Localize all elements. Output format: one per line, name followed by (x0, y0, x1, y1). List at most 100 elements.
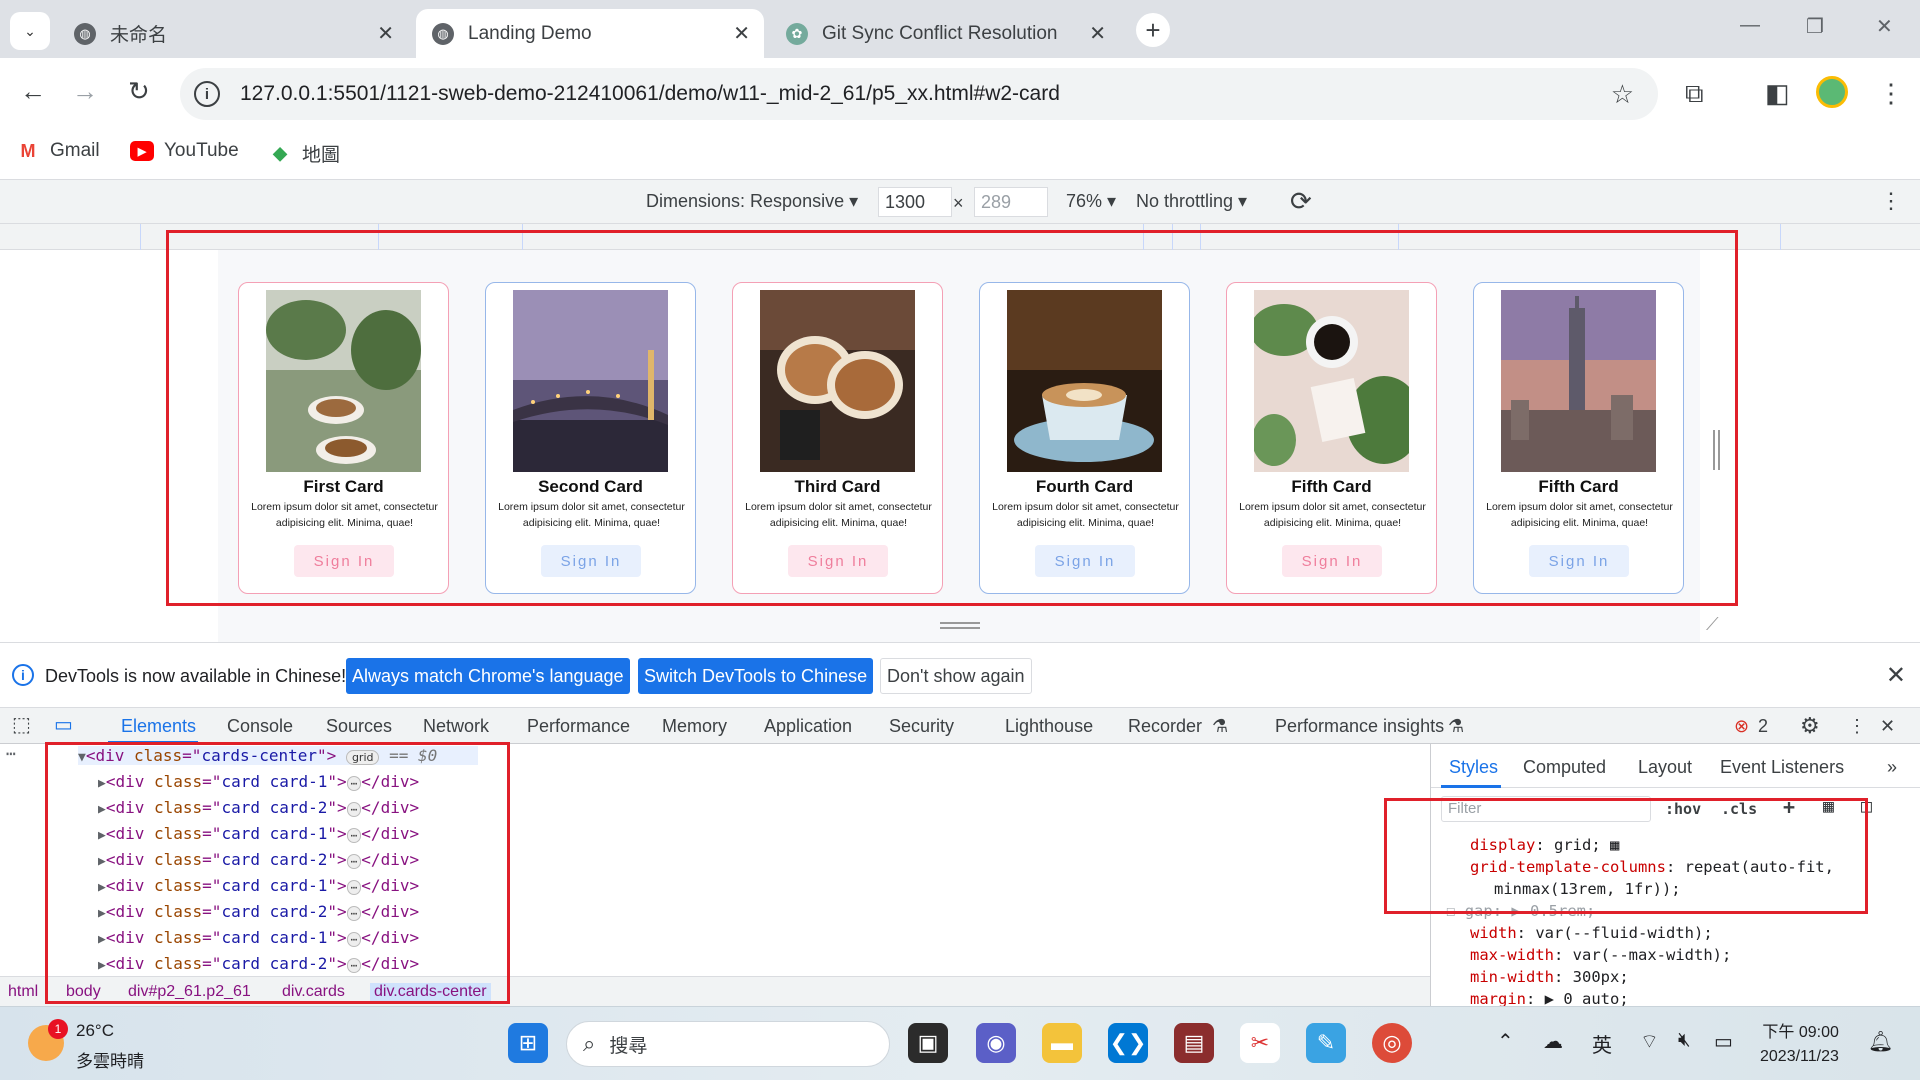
file-explorer-icon[interactable]: ▬ (1042, 1023, 1082, 1063)
volume-muted-icon[interactable]: 🔇︎ (1678, 1029, 1691, 1052)
snipping-tool-icon[interactable]: ✂ (1240, 1023, 1280, 1063)
match-language-button[interactable]: Always match Chrome's language (346, 658, 630, 694)
close-icon[interactable]: ✕ (733, 21, 750, 46)
chevron-up-icon[interactable]: ⌃ (1497, 1029, 1514, 1054)
dimensions-dropdown[interactable]: Dimensions: Responsive ▾ (646, 191, 858, 212)
notification-badge: 1 (48, 1019, 68, 1039)
css-declaration[interactable]: width: var(--fluid-width); (1470, 924, 1713, 942)
device-more-icon[interactable]: ⋮ (1880, 188, 1902, 214)
search-icon: ⌕ (583, 1031, 596, 1056)
tab-performance[interactable]: Performance (527, 716, 630, 737)
tab-landing-demo[interactable]: ◍ Landing Demo ✕ (416, 9, 764, 58)
close-icon[interactable]: ✕ (1886, 661, 1906, 690)
resize-corner-icon[interactable]: ⟋ (1706, 614, 1719, 635)
kebab-menu-icon[interactable]: ⋮ (1848, 716, 1866, 737)
css-declaration[interactable]: margin: ▶ 0 auto; (1470, 990, 1629, 1006)
node-ellipsis[interactable]: ⋯ (6, 744, 16, 763)
temperature: 26°C (76, 1021, 114, 1040)
ruler-tick (1780, 224, 1781, 250)
close-window-icon[interactable]: ✕ (1876, 14, 1893, 39)
cloud-icon[interactable]: ☁ (1543, 1029, 1563, 1054)
bookmark-youtube[interactable]: ▶ YouTube (130, 140, 239, 162)
url-text[interactable]: 127.0.0.1:5501/1121-sweb-demo-212410061/… (240, 82, 1060, 106)
wifi-icon[interactable]: ⌔ (1640, 1029, 1659, 1054)
close-devtools-icon[interactable]: ✕ (1880, 716, 1895, 737)
close-icon[interactable]: ✕ (377, 21, 394, 46)
paint-app-icon[interactable]: ✎ (1306, 1023, 1346, 1063)
vscode-icon[interactable]: ❮❯ (1108, 1023, 1148, 1063)
side-panel-icon[interactable]: ◧ (1765, 78, 1790, 109)
bookmark-maps[interactable]: ◆ 地圖 (268, 140, 340, 167)
height-input[interactable]: 289 (974, 187, 1048, 217)
battery-icon[interactable]: ▭ (1714, 1029, 1733, 1054)
clock[interactable]: 下午 09:00 2023/11/23 (1760, 1021, 1839, 1069)
styles-tabbar: Styles Computed Layout Event Listeners » (1431, 744, 1920, 788)
tab-search-button[interactable]: ⌄ (10, 12, 50, 50)
rotate-icon[interactable]: ⟳ (1290, 186, 1312, 217)
winrar-icon[interactable]: ▤ (1174, 1023, 1214, 1063)
chatgpt-icon: ✿ (786, 22, 808, 45)
restore-icon[interactable]: ❐ (1806, 14, 1824, 39)
error-icon[interactable]: ⊗ (1734, 716, 1749, 737)
windows-start-icon[interactable]: ⊞ (508, 1023, 548, 1063)
width-input[interactable]: 1300 (878, 187, 952, 217)
bookmark-label: Gmail (50, 140, 100, 161)
switch-chinese-button[interactable]: Switch DevTools to Chinese (638, 658, 874, 694)
tab-memory[interactable]: Memory (662, 716, 727, 737)
more-tabs-icon[interactable]: » (1887, 757, 1897, 778)
dont-show-again-button[interactable]: Don't show again (880, 658, 1032, 694)
tab-application[interactable]: Application (764, 716, 852, 737)
clock-date: 2023/11/23 (1760, 1048, 1839, 1065)
throttling-dropdown[interactable]: No throttling ▾ (1136, 191, 1247, 212)
forward-icon[interactable]: → (72, 76, 98, 107)
tab-performance-insights[interactable]: Performance insights (1275, 716, 1444, 737)
extensions-icon[interactable]: ⧉ (1685, 78, 1704, 110)
inspect-element-icon[interactable]: ⬚ (12, 712, 31, 737)
tab-git-sync[interactable]: ✿ Git Sync Conflict Resolution ✕ (770, 9, 1120, 58)
tab-untitled[interactable]: ◍ 未命名 ✕ (58, 9, 408, 58)
teams-icon[interactable]: ◉ (976, 1023, 1016, 1063)
browser-toolbar: ← → ↻ i 127.0.0.1:5501/1121-sweb-demo-21… (0, 58, 1920, 128)
tab-styles[interactable]: Styles (1449, 757, 1498, 778)
more-menu-icon[interactable]: ⋮ (1878, 78, 1904, 109)
notification-bell-icon[interactable]: 🔔︎ (1868, 1029, 1893, 1054)
tab-computed[interactable]: Computed (1523, 757, 1606, 778)
css-declaration[interactable]: max-width: var(--max-width); (1470, 946, 1731, 964)
site-info-icon[interactable]: i (194, 81, 220, 107)
taskbar-search[interactable]: ⌕ 搜尋 (566, 1021, 890, 1067)
tab-elements[interactable]: Elements (121, 716, 196, 737)
task-view-icon[interactable]: ▣ (908, 1023, 948, 1063)
viewport-resize-handle-bottom[interactable] (940, 622, 980, 629)
tab-event-listeners[interactable]: Event Listeners (1720, 757, 1844, 778)
clock-time: 下午 09:00 (1762, 1024, 1839, 1041)
device-toggle-icon[interactable]: ▭ (54, 712, 73, 737)
ime-indicator[interactable]: 英 (1592, 1029, 1612, 1058)
highlight-box-css (1384, 798, 1868, 914)
back-icon[interactable]: ← (20, 76, 46, 107)
address-bar[interactable]: i 127.0.0.1:5501/1121-sweb-demo-21241006… (180, 68, 1658, 120)
reload-icon[interactable]: ↻ (128, 76, 150, 107)
close-icon[interactable]: ✕ (1089, 21, 1106, 46)
error-count[interactable]: 2 (1758, 716, 1768, 737)
zoom-dropdown[interactable]: 76% ▾ (1066, 191, 1116, 212)
tab-network[interactable]: Network (423, 716, 489, 737)
chrome-icon[interactable]: ◎ (1372, 1023, 1412, 1063)
tab-recorder[interactable]: Recorder (1128, 716, 1202, 737)
tab-label: 未命名 (110, 25, 168, 46)
bookmark-star-icon[interactable]: ☆ (1611, 79, 1634, 110)
highlight-box-viewport (166, 230, 1738, 606)
tab-console[interactable]: Console (227, 716, 293, 737)
gear-icon[interactable]: ⚙ (1800, 713, 1820, 739)
bookmark-gmail[interactable]: M Gmail (16, 140, 100, 162)
tab-lighthouse[interactable]: Lighthouse (1005, 716, 1093, 737)
css-declaration[interactable]: min-width: 300px; (1470, 968, 1629, 986)
tab-layout[interactable]: Layout (1638, 757, 1692, 778)
new-tab-button[interactable]: + (1136, 13, 1170, 47)
minimize-icon[interactable]: — (1740, 14, 1760, 37)
ruler-tick (140, 224, 141, 250)
crumb-html[interactable]: html (8, 983, 38, 1001)
profile-avatar[interactable] (1816, 76, 1848, 108)
tab-security[interactable]: Security (889, 716, 954, 737)
globe-icon: ◍ (432, 22, 454, 45)
tab-sources[interactable]: Sources (326, 716, 392, 737)
